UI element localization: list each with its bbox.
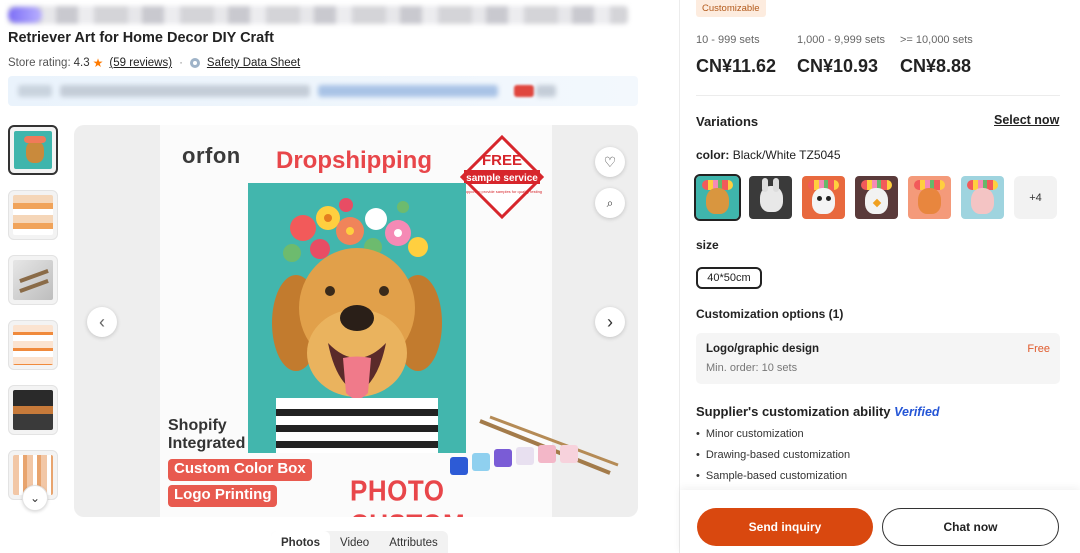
supplier-ability-text: Supplier's customization ability [696,404,891,419]
chevron-down-icon[interactable]: ⌄ [22,485,48,511]
blurred-info-band [8,76,638,106]
color-swatch-panda[interactable] [802,176,845,219]
blurred-breadcrumb [8,6,628,24]
thumbnail-strip [8,125,60,515]
color-swatch-pig[interactable] [961,176,1004,219]
color-swatch-rabbit[interactable] [749,176,792,219]
free-badge-middle: sample service [466,173,538,184]
store-rating-row: Store rating: 4.3 ★ (59 reviews) · Safet… [8,56,300,70]
color-swatch-retriever[interactable] [694,174,741,221]
chevron-left-icon[interactable]: ‹ [87,307,117,337]
reviews-link[interactable]: (59 reviews) [109,57,172,69]
separator-dot: · [179,57,183,69]
tab-attributes[interactable]: Attributes [379,531,448,553]
customization-option-name: Logo/graphic design [706,343,820,355]
supplier-ability-title: Supplier's customization ability Verifie… [696,404,940,419]
ability-item: Minor customization [696,428,850,440]
price-tier-range-1: 10 - 999 sets [696,34,760,46]
logo-printing-label: Logo Printing [168,485,278,507]
free-badge-bottom: Support to provide samples for quality t… [462,189,542,194]
price-tier-value-1: CN¥11.62 [696,56,777,76]
customization-options-title: Customization options (1) [696,307,844,321]
verified-badge: Verified [894,405,940,419]
chevron-right-icon[interactable]: › [595,307,625,337]
product-image-canvas: orfon Dropshipping FREE sample service S… [160,125,619,517]
product-title: Retriever Art for Home Decor DIY Craft [8,30,274,46]
free-badge-top: FREE [482,152,522,169]
price-tier-value-2: CN¥10.93 [797,56,879,76]
brand-logo: orfon [182,143,241,169]
thumbnail-4[interactable] [8,320,58,370]
send-inquiry-button[interactable]: Send inquiry [697,508,873,546]
free-sample-badge: FREE sample service Support to provide s… [460,135,544,219]
media-tabs: Photos Video Attributes [271,531,448,553]
chat-now-button[interactable]: Chat now [882,508,1059,546]
color-label-value: Black/White TZ5045 [732,148,841,162]
store-rating-value: 4.3 [73,57,90,69]
image-search-icon[interactable]: ⌕ [595,188,625,218]
star-icon: ★ [92,56,104,70]
customization-min-order: Min. order: 10 sets [706,362,798,374]
thumbnail-2[interactable] [8,190,58,240]
customizable-badge: Customizable [696,0,766,17]
price-tier-value-3: CN¥8.88 [900,56,972,76]
shopify-line-1: Shopify [168,417,227,434]
ability-item: Sample-based customization [696,470,850,482]
color-swatch-cat[interactable] [908,176,951,219]
thumbnail-3[interactable] [8,255,58,305]
customization-price: Free [1027,343,1050,355]
shopify-line-2: Integrated [168,435,246,452]
tab-photos[interactable]: Photos [271,531,330,553]
supplier-ability-list: Minor customization Drawing-based custom… [696,428,850,491]
store-rating-label: Store rating: [8,57,71,69]
brand-logo-text: orfon [182,143,241,168]
divider [696,95,1060,96]
more-colors-button[interactable]: +4 [1014,176,1057,219]
color-swatch-chicken[interactable] [855,176,898,219]
select-now-link[interactable]: Select now [994,113,1059,127]
thumbnail-1[interactable] [8,125,58,175]
ability-item: Drawing-based customization [696,449,850,461]
price-tier-range-3: >= 10,000 sets [900,34,973,46]
photo-custom-headline: PHOTO CUSTOM [350,473,465,517]
color-swatches: +4 [694,174,1057,221]
color-label: color: Black/White TZ5045 [696,148,841,162]
safety-data-sheet-link[interactable]: Safety Data Sheet [207,57,300,69]
customization-option-card[interactable]: Logo/graphic design Min. order: 10 sets … [696,333,1060,384]
custom-color-box-label: Custom Color Box [168,459,312,481]
heart-icon[interactable]: ♡ [595,147,625,177]
size-label: size [696,238,719,252]
color-label-key: color: [696,148,730,162]
size-option[interactable]: 40*50cm [696,267,762,289]
dropshipping-headline: Dropshipping [276,147,432,174]
price-tier-range-2: 1,000 - 9,999 sets [797,34,886,46]
golden-retriever-painting [248,183,466,453]
thumbnail-5[interactable] [8,385,58,435]
variations-title: Variations [696,114,759,129]
main-product-image: orfon Dropshipping FREE sample service S… [74,125,638,517]
safety-icon [189,58,200,68]
tab-video[interactable]: Video [330,531,379,553]
